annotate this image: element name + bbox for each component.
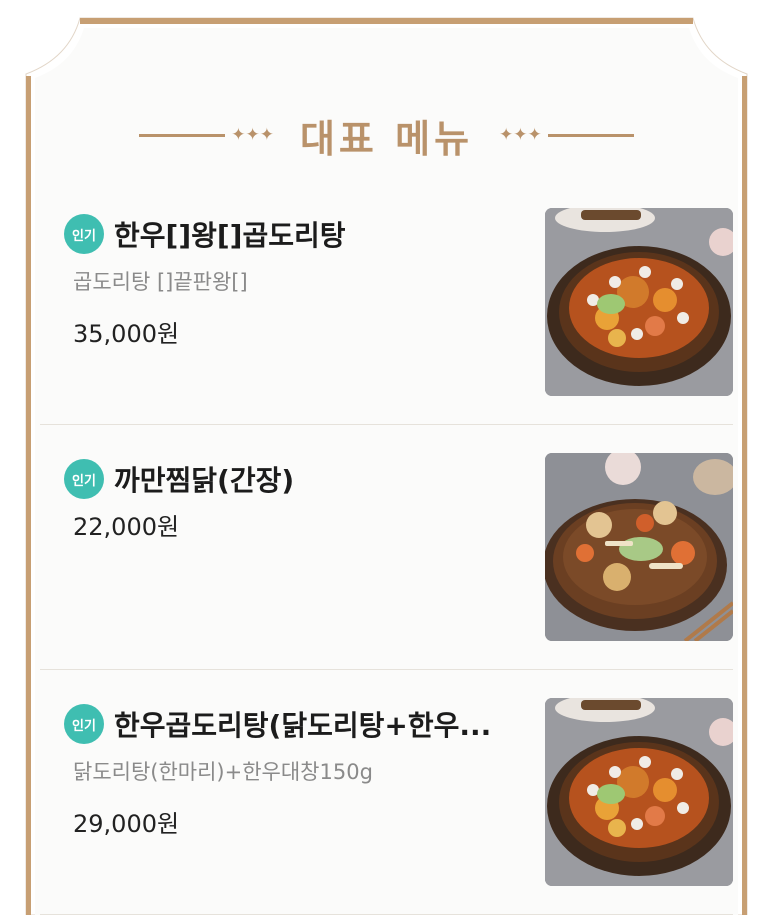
right-ornament: ✦✦✦: [493, 125, 634, 145]
section-header: ✦✦✦ 대표 메뉴 ✦✦✦: [14, 110, 759, 161]
left-ornament: ✦✦✦: [139, 125, 280, 145]
popular-badge: 인기: [64, 214, 104, 254]
menu-item-name: 한우곱도리탕(닭도리탕+한우...: [114, 709, 492, 742]
gopdoritang-dish-photo: [545, 208, 733, 396]
popular-badge: 인기: [64, 704, 104, 744]
menu-item-description: 닭도리탕(한마리)+한우대창150g: [73, 760, 373, 784]
braised-chicken-dish-photo: [545, 453, 733, 641]
menu-item-image[interactable]: [545, 453, 733, 641]
menu-item-price: 22,000원: [73, 513, 180, 541]
menu-item-description: 곱도리탕 []끝판왕[]: [73, 270, 248, 294]
gopdoritang-dish-photo: [545, 698, 733, 886]
menu-item-name: 까만찜닭(간장): [114, 464, 295, 497]
menu-item-price: 29,000원: [73, 810, 180, 838]
menu-item[interactable]: 인기 까만찜닭(간장) 22,000원: [40, 425, 733, 670]
menu-item-image[interactable]: [545, 698, 733, 886]
menu-item-image[interactable]: [545, 208, 733, 396]
menu-item[interactable]: 인기 한우[]왕[]곱도리탕 곱도리탕 []끝판왕[] 35,000원: [40, 196, 733, 425]
menu-list: 인기 한우[]왕[]곱도리탕 곱도리탕 []끝판왕[] 35,000원 인기 까…: [40, 196, 733, 915]
menu-item-price: 35,000원: [73, 320, 180, 348]
menu-item[interactable]: 인기 한우곱도리탕(닭도리탕+한우... 닭도리탕(한마리)+한우대창150g …: [40, 670, 733, 915]
section-title: 대표 메뉴: [299, 116, 474, 161]
menu-frame: ✦✦✦ 대표 메뉴 ✦✦✦ 인기 한우[]왕[]곱도리탕 곱도리탕 []끝판왕[…: [14, 14, 759, 915]
menu-item-name: 한우[]왕[]곱도리탕: [114, 219, 346, 252]
popular-badge: 인기: [64, 459, 104, 499]
